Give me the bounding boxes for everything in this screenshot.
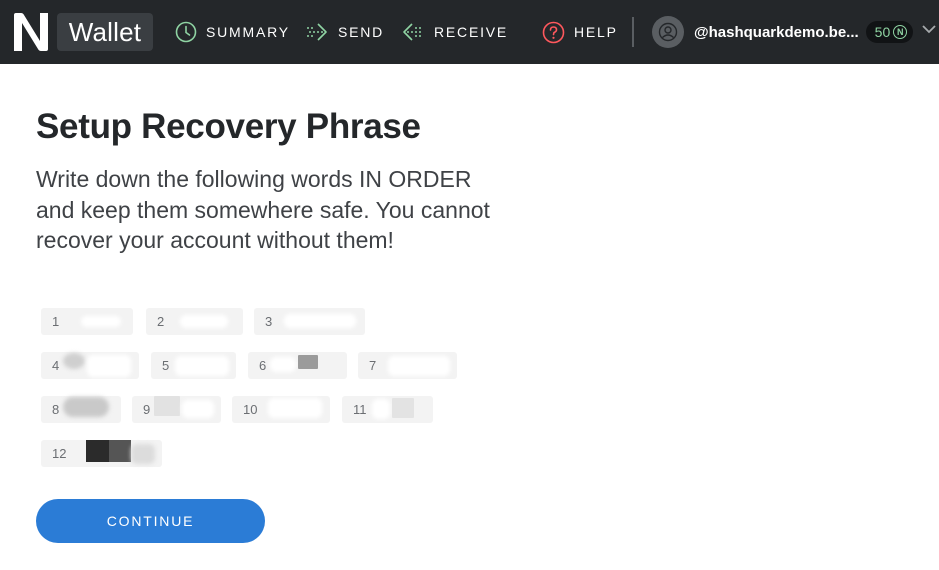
phrase-word-8: 8: [41, 396, 121, 423]
word-number: 6: [259, 358, 267, 373]
receive-arrow-icon: [403, 23, 423, 41]
redacted-word: [87, 355, 131, 377]
nav-help-label: HELP: [574, 24, 618, 40]
nav-summary-label: SUMMARY: [206, 24, 290, 40]
word-number: 9: [143, 402, 151, 417]
word-number: 7: [369, 358, 377, 373]
nav-send[interactable]: SEND: [305, 0, 384, 64]
nav-receive[interactable]: RECEIVE: [401, 0, 508, 64]
page-subtitle: Write down the following words IN ORDER …: [36, 166, 490, 253]
continue-button[interactable]: CONTINUE: [36, 499, 265, 543]
redacted-word: [81, 316, 121, 327]
word-number: 11: [353, 402, 367, 417]
nav-summary[interactable]: SUMMARY: [175, 0, 290, 64]
redacted-word: [298, 355, 318, 369]
balance-badge: 50 N: [865, 21, 914, 43]
help-circle-icon: [542, 21, 565, 43]
user-icon: [658, 22, 678, 42]
word-number: 2: [157, 314, 165, 329]
clock-icon: [175, 21, 197, 43]
redacted-word: [175, 356, 229, 376]
phrase-word-2: 2: [146, 308, 243, 335]
phrase-word-4: 4: [41, 352, 139, 379]
redacted-word: [63, 397, 109, 417]
phrase-word-10: 10: [232, 396, 330, 423]
near-token-icon: N: [893, 25, 908, 39]
phrase-word-6: 6: [248, 352, 347, 379]
nav-help[interactable]: HELP: [542, 0, 618, 64]
avatar: [652, 16, 684, 48]
wallet-title[interactable]: Wallet: [57, 13, 153, 51]
account-name: @hashquarkdemo.be...: [694, 23, 859, 41]
send-arrow-icon: [307, 23, 327, 41]
word-number: 12: [52, 446, 67, 461]
redacted-word: [388, 356, 450, 376]
phrase-word-3: 3: [254, 308, 365, 335]
word-number: 1: [52, 314, 60, 329]
redacted-word: [284, 314, 356, 328]
phrase-word-11: 11: [342, 396, 433, 423]
phrase-word-7: 7: [358, 352, 457, 379]
word-number: 4: [52, 358, 60, 373]
redacted-word: [372, 399, 390, 419]
word-number: 3: [265, 314, 273, 329]
redacted-word: [131, 444, 155, 464]
phrase-word-12: 12: [41, 440, 162, 467]
near-logo-icon[interactable]: [10, 11, 52, 53]
redacted-word: [63, 353, 85, 369]
nav-divider: [632, 17, 634, 47]
redacted-word: [86, 440, 109, 462]
word-number: 5: [162, 358, 170, 373]
phrase-word-5: 5: [151, 352, 236, 379]
phrase-word-1: 1: [41, 308, 133, 335]
redacted-word: [154, 396, 180, 416]
balance-amount: 50: [874, 24, 891, 40]
page-title: Setup Recovery Phrase: [36, 107, 421, 146]
redacted-word: [182, 400, 214, 418]
redacted-word: [180, 315, 228, 328]
word-number: 8: [52, 402, 60, 417]
redacted-word: [270, 357, 296, 372]
redacted-word: [392, 398, 414, 418]
chevron-down-icon[interactable]: [922, 24, 936, 34]
phrase-word-9: 9: [132, 396, 221, 423]
word-number: 10: [243, 402, 258, 417]
nav-receive-label: RECEIVE: [434, 24, 509, 40]
nav-send-label: SEND: [338, 24, 385, 40]
redacted-word: [268, 398, 322, 418]
top-bar: Wallet SUMMARY SEND RECEIVE HELP @hashqu…: [0, 0, 939, 64]
redacted-word: [109, 440, 131, 462]
account-menu[interactable]: @hashquarkdemo.be... 50 N: [652, 0, 914, 64]
